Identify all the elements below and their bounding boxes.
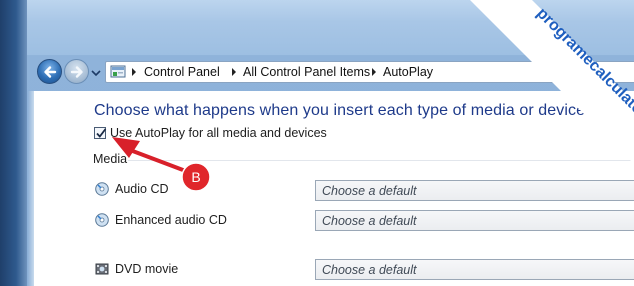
watermark: programecalculator.ro [470,0,634,164]
